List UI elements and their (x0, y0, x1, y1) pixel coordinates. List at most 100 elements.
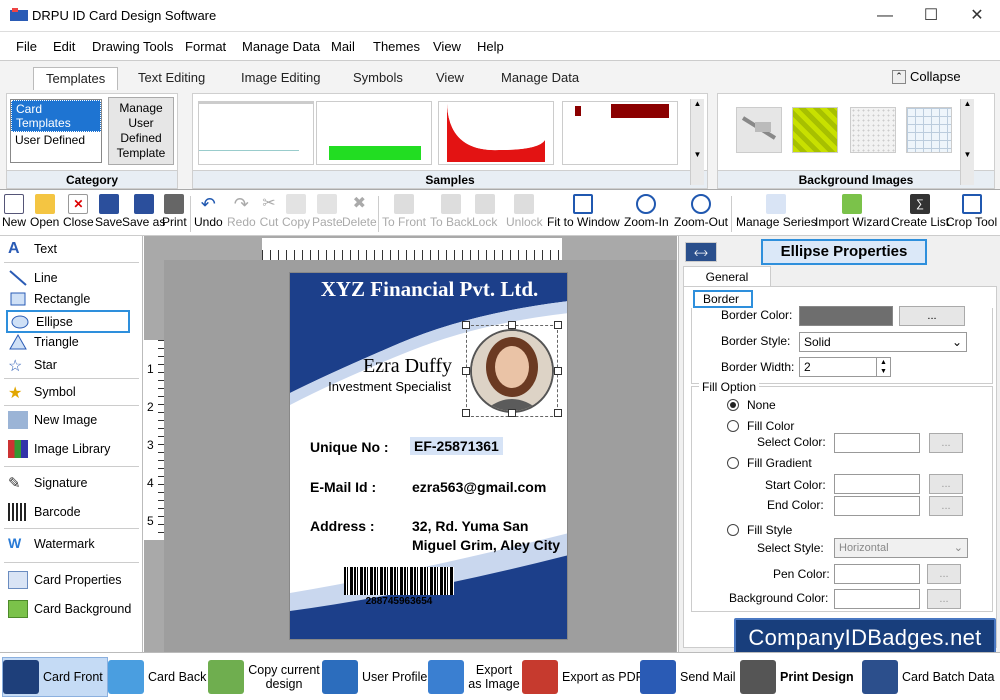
end-color-picker-button[interactable]: ... (929, 496, 963, 516)
border-style-select[interactable]: Solid ⌄ (799, 332, 967, 352)
menu-help[interactable]: Help (477, 39, 504, 54)
tool-new-image[interactable]: New Image (8, 410, 97, 430)
new-button[interactable]: New (2, 194, 26, 229)
tool-text[interactable]: A Text (8, 239, 57, 259)
menu-file[interactable]: File (16, 39, 37, 54)
crop-tool-button[interactable]: Crop Tool (946, 194, 997, 229)
resize-handle[interactable] (462, 409, 470, 417)
import-wizard-button[interactable]: Import Wizard (815, 194, 890, 229)
sample-template-2[interactable] (316, 101, 432, 165)
scroll-up-icon[interactable]: ▲ (691, 99, 704, 108)
background-image-1[interactable] (736, 107, 782, 153)
card-front-button[interactable]: Card Front (2, 657, 108, 697)
id-card-front[interactable]: XYZ Financial Pvt. Ltd. Ezra Duffy Inves… (289, 272, 568, 640)
category-user-defined[interactable]: User Defined (11, 132, 101, 148)
card-back-button[interactable]: Card Back (108, 657, 206, 697)
tool-card-background[interactable]: Card Background (8, 599, 131, 619)
card-barcode-number[interactable]: 288745963654 (344, 596, 454, 607)
pen-color-picker-button[interactable]: ... (927, 564, 961, 584)
resize-handle[interactable] (462, 367, 470, 375)
menu-manage-data[interactable]: Manage Data (242, 39, 320, 54)
background-image-2[interactable] (792, 107, 838, 153)
fill-none-radio[interactable]: None (727, 398, 776, 412)
print-button[interactable]: Print (162, 194, 187, 229)
bg-scroll-down-icon[interactable]: ▼ (961, 150, 974, 159)
card-email-value[interactable]: ezra563@gmail.com (412, 479, 546, 495)
back-arrow-icon[interactable]: 🡘 (685, 242, 717, 262)
fill-color-input[interactable] (834, 433, 920, 453)
maximize-icon[interactable]: ☐ (908, 0, 954, 32)
tool-barcode[interactable]: Barcode (8, 502, 81, 522)
tool-signature[interactable]: ✎ Signature (8, 473, 88, 493)
tool-symbol[interactable]: ★ Symbol (8, 382, 76, 402)
cut-button[interactable]: ✂ Cut (259, 194, 279, 229)
create-list-button[interactable]: ∑ Create List (891, 194, 949, 229)
tool-triangle[interactable]: Triangle (8, 332, 79, 352)
delete-button[interactable]: ✖ Delete (342, 194, 377, 229)
tool-star[interactable]: ☆ Star (8, 355, 57, 375)
start-color-input[interactable] (834, 474, 920, 494)
pen-color-input[interactable] (834, 564, 920, 584)
tab-manage-data[interactable]: Manage Data (489, 67, 591, 89)
spinner-icon[interactable]: ▲ ▼ (876, 358, 890, 376)
paste-button[interactable]: Paste (312, 194, 343, 229)
card-batch-data-button[interactable]: Card Batch Data (862, 657, 994, 697)
resize-handle[interactable] (554, 367, 562, 375)
menu-format[interactable]: Format (185, 39, 226, 54)
background-color-input[interactable] (834, 589, 920, 609)
tab-symbols[interactable]: Symbols (341, 67, 415, 89)
card-company-name[interactable]: XYZ Financial Pvt. Ltd. (290, 277, 567, 302)
scroll-down-icon[interactable]: ▼ (691, 150, 704, 159)
tool-ellipse[interactable]: Ellipse (6, 310, 130, 333)
minimize-icon[interactable]: — (862, 0, 908, 32)
zoom-out-button[interactable]: Zoom-Out (674, 194, 728, 229)
print-design-button[interactable]: Print Design (740, 657, 854, 697)
open-button[interactable]: Open (30, 194, 59, 229)
save-as-button[interactable]: Save as (122, 194, 165, 229)
export-as-image-button[interactable]: Export as Image (428, 657, 520, 697)
bg-scroll-up-icon[interactable]: ▲ (961, 99, 974, 108)
card-barcode[interactable] (344, 567, 454, 595)
backgrounds-scrollbar[interactable]: ▲ ▼ (960, 99, 974, 185)
tool-rectangle[interactable]: Rectangle (8, 289, 90, 309)
tool-image-library[interactable]: Image Library (8, 439, 110, 459)
sample-template-3[interactable] (438, 101, 554, 165)
close-icon[interactable]: ✕ (954, 0, 1000, 32)
send-mail-button[interactable]: Send Mail (640, 657, 736, 697)
category-card-templates[interactable]: Card Templates (11, 100, 101, 132)
background-color-picker-button[interactable]: ... (927, 589, 961, 609)
start-color-picker-button[interactable]: ... (929, 474, 963, 494)
tab-general-settings[interactable]: General Settings (683, 266, 771, 304)
border-color-swatch[interactable] (799, 306, 893, 326)
user-profile-button[interactable]: User Profile (322, 657, 427, 697)
zoom-in-button[interactable]: Zoom-In (624, 194, 669, 229)
resize-handle[interactable] (554, 409, 562, 417)
border-width-stepper[interactable]: 2 ▲ ▼ (799, 357, 891, 377)
background-image-3[interactable] (850, 107, 896, 153)
redo-button[interactable]: ↷ Redo (227, 194, 256, 229)
tab-image-editing[interactable]: Image Editing (229, 67, 333, 89)
sample-template-4[interactable] (562, 101, 678, 165)
border-color-picker-button[interactable]: ... (899, 306, 965, 326)
end-color-input[interactable] (834, 496, 920, 516)
tab-view[interactable]: View (424, 67, 476, 89)
card-unique-value[interactable]: EF-25871361 (410, 437, 503, 455)
resize-handle[interactable] (508, 409, 516, 417)
tool-watermark[interactable]: W Watermark (8, 534, 95, 554)
card-unique-label[interactable]: Unique No : (310, 439, 389, 455)
fill-style-radio[interactable]: Fill Style (727, 523, 792, 537)
category-list[interactable]: Card Templates User Defined (10, 99, 102, 163)
collapse-button[interactable]: ⌃ Collapse (892, 69, 961, 84)
card-person-name[interactable]: Ezra Duffy (290, 355, 452, 378)
tab-text-editing[interactable]: Text Editing (126, 67, 217, 89)
card-address-line1[interactable]: 32, Rd. Yuma San (412, 518, 528, 534)
fill-color-picker-button[interactable]: ... (929, 433, 963, 453)
card-address-line2[interactable]: Miguel Grim, Aley City (412, 537, 560, 553)
close-button[interactable]: ✕ Close (63, 194, 94, 229)
resize-handle[interactable] (462, 321, 470, 329)
sample-template-1[interactable] (198, 101, 314, 165)
card-email-label[interactable]: E-Mail Id : (310, 479, 376, 495)
menu-drawing-tools[interactable]: Drawing Tools (92, 39, 173, 54)
menu-themes[interactable]: Themes (373, 39, 420, 54)
manage-user-defined-template-button[interactable]: Manage User Defined Template (108, 97, 174, 165)
